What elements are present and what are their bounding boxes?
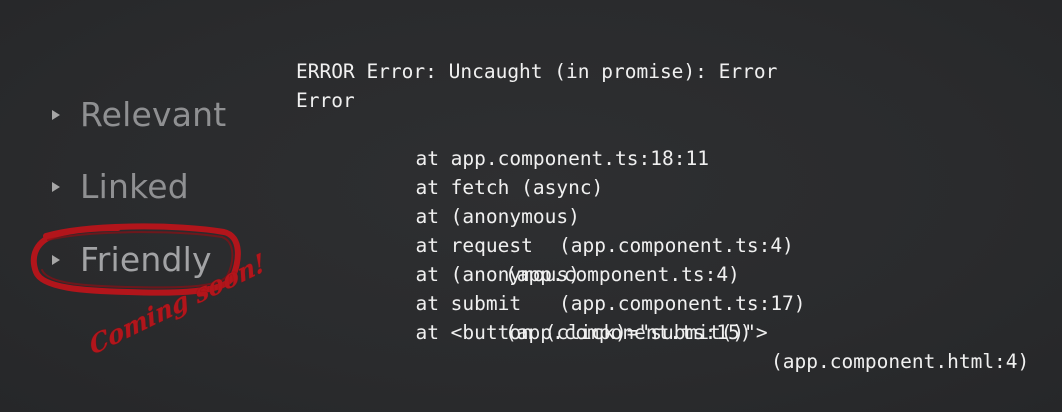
stack-frame: at submit (app.component.ts:15) [345, 260, 1045, 344]
bullet-label: Relevant [80, 94, 227, 134]
bullet-item-linked: Linked [52, 162, 189, 210]
stack-frame: at fetch (async) [345, 144, 603, 199]
bullet-item-relevant: Relevant [52, 90, 226, 138]
bullet-triangle-icon [52, 110, 60, 120]
stack-frame: at app.component.ts:18:11 [345, 115, 709, 170]
stack-frame: at (anonymous) (app.component.ts:17) [345, 231, 1045, 315]
bullet-label: Linked [80, 166, 189, 206]
stack-frame: at request (app.component.ts:4) [345, 202, 1045, 286]
stack-frame-location: (app.component.html:4) [771, 350, 1030, 373]
coming-soon-annotation: Coming soon! [80, 247, 290, 388]
stack-frame: at <button (click)="submit()"> (app.comp… [345, 289, 1055, 373]
stack-frame-call: at <button (click)="submit()"> [415, 321, 768, 344]
slide: Relevant Linked Friendly Coming soon! ER… [0, 0, 1062, 412]
error-name: Error [296, 89, 355, 112]
stack-frame: at (anonymous) (app.component.ts:4) [345, 173, 1045, 257]
error-header: ERROR Error: Uncaught (in promise): Erro… [296, 60, 778, 83]
bullet-triangle-icon [52, 182, 60, 192]
